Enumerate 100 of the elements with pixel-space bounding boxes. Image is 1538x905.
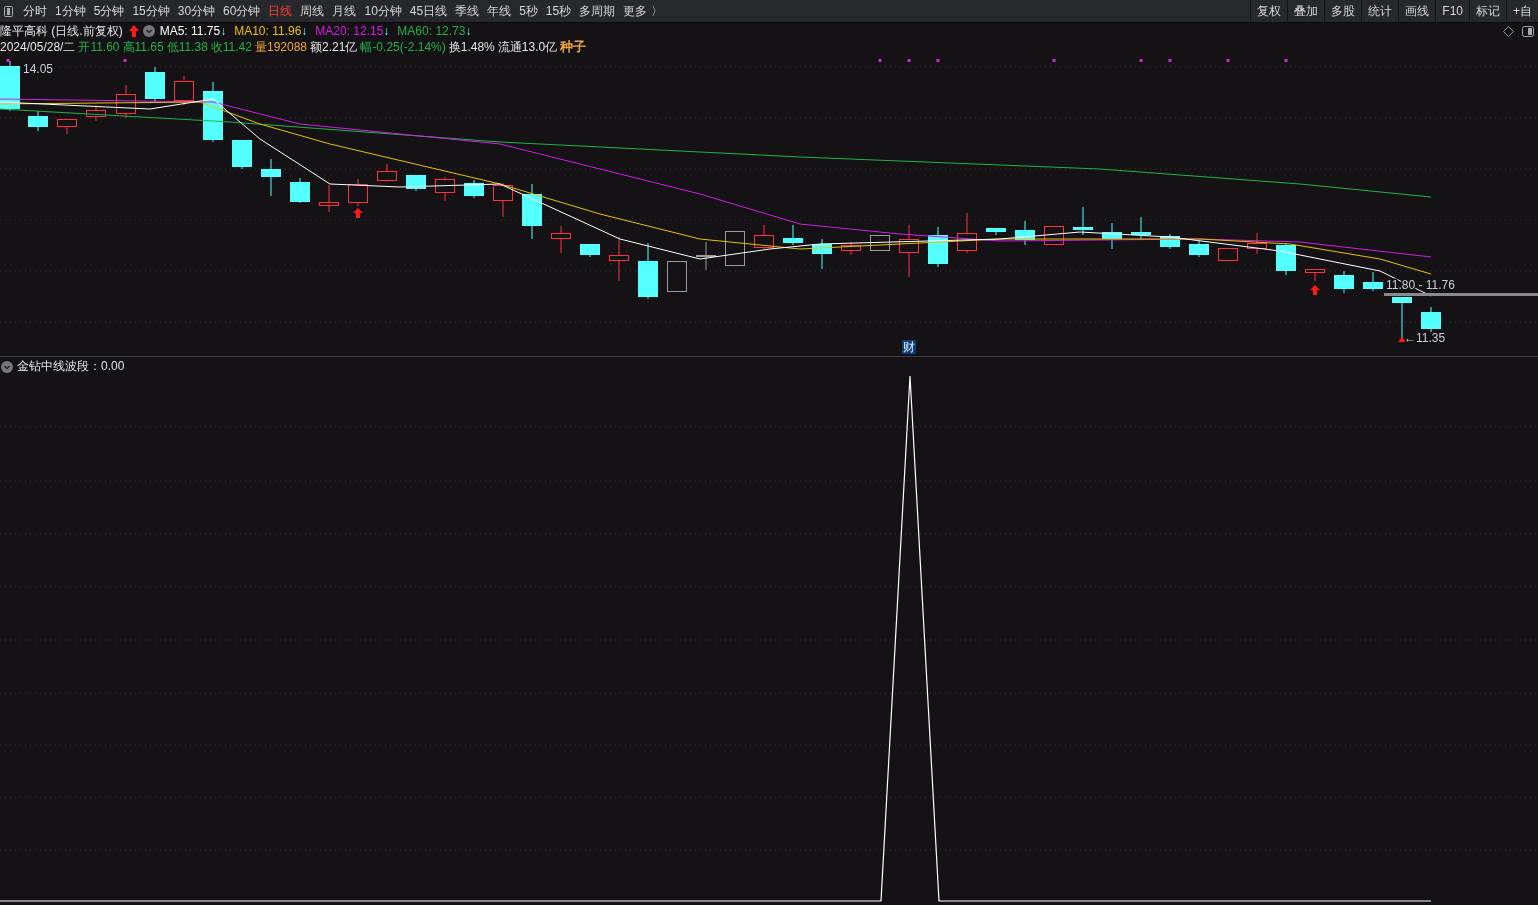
- quote-value: 高11.65: [122, 38, 164, 56]
- period-tab[interactable]: 5秒: [515, 2, 542, 20]
- period-tab[interactable]: 周线: [296, 2, 329, 20]
- candlestick: [1160, 233, 1180, 250]
- candlestick: [957, 212, 977, 254]
- period-tab[interactable]: 更多 〉: [619, 2, 667, 20]
- candlestick: [232, 139, 252, 170]
- candlestick: [319, 184, 339, 213]
- toolbar-button[interactable]: +自: [1506, 0, 1538, 22]
- moving-average-value: MA20: 12.15: [315, 24, 384, 38]
- period-tab[interactable]: 1分钟: [51, 2, 90, 20]
- quote-value: 量192088: [254, 38, 307, 56]
- indicator-label: 金钻中线波段：0.00: [17, 358, 125, 375]
- period-tab[interactable]: 45日线: [405, 2, 452, 20]
- trend-arrow: ↓: [465, 24, 472, 38]
- moving-average-value: MA5: 11.75: [159, 24, 221, 38]
- quote-value: 换1.48%: [448, 38, 495, 56]
- candlestick: [1218, 247, 1238, 262]
- candlestick: [638, 242, 658, 300]
- toolbar-button[interactable]: 画线: [1398, 0, 1436, 22]
- up-arrow-icon: [353, 208, 363, 218]
- candlestick: [1276, 242, 1296, 276]
- up-arrow-icon: [1310, 285, 1320, 295]
- candlestick: [783, 224, 803, 246]
- period-tab[interactable]: 15秒: [541, 2, 576, 20]
- quote-value: 流通13.0亿: [497, 38, 558, 56]
- high-price-label: 14.05: [23, 62, 54, 76]
- period-tab[interactable]: 年线: [483, 2, 516, 20]
- low-marker-icon: [1398, 337, 1406, 342]
- dropdown-icon[interactable]: [1, 360, 13, 373]
- price-range-label: 11.80 - 11.76: [1386, 278, 1455, 292]
- quote-value: 收11.42: [210, 38, 252, 56]
- candlestick: [261, 158, 281, 197]
- period-tab[interactable]: 月线: [328, 2, 361, 20]
- candlestick: [1102, 222, 1122, 250]
- candlestick: [986, 227, 1006, 236]
- candlestick: [1421, 306, 1441, 333]
- candlestick: [377, 163, 397, 183]
- candlestick: [174, 75, 194, 106]
- period-tab[interactable]: 5分钟: [89, 2, 129, 20]
- toolbar-button[interactable]: 复权: [1250, 0, 1288, 22]
- candlestick: [667, 260, 687, 293]
- panel-toggle-icon[interactable]: [1522, 26, 1534, 37]
- candlestick: [116, 84, 136, 119]
- period-tab[interactable]: 分时: [19, 2, 51, 20]
- candlestick: [1305, 268, 1325, 282]
- trend-arrow: ↓: [301, 24, 308, 38]
- period-tab[interactable]: 15分钟: [128, 2, 174, 20]
- candlestick: [28, 110, 48, 132]
- diamond-icon[interactable]: [1503, 26, 1514, 37]
- quote-value: 低11.38: [166, 38, 208, 56]
- finance-badge[interactable]: 财: [902, 340, 916, 354]
- toolbar-button[interactable]: 标记: [1469, 0, 1506, 22]
- candlestick: [725, 230, 745, 267]
- candlestick: [522, 183, 542, 240]
- period-tab[interactable]: 季线: [451, 2, 484, 20]
- toolbar-button[interactable]: 多股: [1324, 0, 1362, 22]
- candlestick: [86, 104, 106, 122]
- toolbar-button[interactable]: 叠加: [1287, 0, 1325, 22]
- candlestick: [812, 238, 832, 270]
- candlestick: [406, 174, 426, 192]
- quote-value: 幅-0.25(-2.14%): [360, 38, 446, 56]
- candlestick: [841, 241, 861, 256]
- candlestick: [348, 178, 368, 207]
- candlestick: [1334, 270, 1354, 294]
- candlestick: [1131, 216, 1151, 240]
- period-tab[interactable]: 日线: [264, 2, 297, 20]
- up-arrow-icon: [128, 25, 139, 37]
- quote-value: 额2.21亿: [310, 38, 358, 56]
- trend-arrow: ↓: [220, 24, 227, 38]
- moving-average-value: MA10: 11.96: [234, 24, 302, 38]
- concept-tag: 种子: [560, 38, 587, 56]
- sidebar-toggle-icon[interactable]: [4, 5, 13, 17]
- candlestick: [1189, 240, 1209, 258]
- candlestick: [609, 236, 629, 282]
- candlestick: [57, 118, 77, 135]
- candlestick: [1363, 271, 1383, 292]
- candlestick: [580, 243, 600, 258]
- period-tab[interactable]: 多周期: [575, 2, 620, 20]
- stock-title: 隆平高科 (日线.前复权): [0, 22, 123, 40]
- candlestick: [464, 179, 484, 199]
- toolbar-button[interactable]: F10: [1435, 0, 1469, 22]
- period-tab[interactable]: 30分钟: [173, 2, 220, 20]
- period-tab[interactable]: 10分钟: [360, 2, 406, 20]
- toolbar-button[interactable]: 统计: [1361, 0, 1399, 22]
- candlestick: [145, 66, 165, 103]
- quote-value: 2024/05/28/二: [0, 38, 76, 56]
- candlestick: [551, 225, 571, 254]
- quote-value: 开11.60: [78, 38, 120, 56]
- candlestick: [696, 241, 716, 271]
- candlestick: [435, 176, 455, 202]
- trend-arrow: ↓: [383, 24, 390, 38]
- candlestick: [928, 226, 948, 268]
- candlestick: [1073, 206, 1093, 236]
- candlestick: [1015, 220, 1035, 246]
- period-tab[interactable]: 60分钟: [219, 2, 265, 20]
- dropdown-icon[interactable]: [142, 25, 155, 37]
- candlestick: [754, 224, 774, 250]
- candlestick: [290, 177, 310, 204]
- moving-average-value: MA60: 12.73: [397, 24, 466, 38]
